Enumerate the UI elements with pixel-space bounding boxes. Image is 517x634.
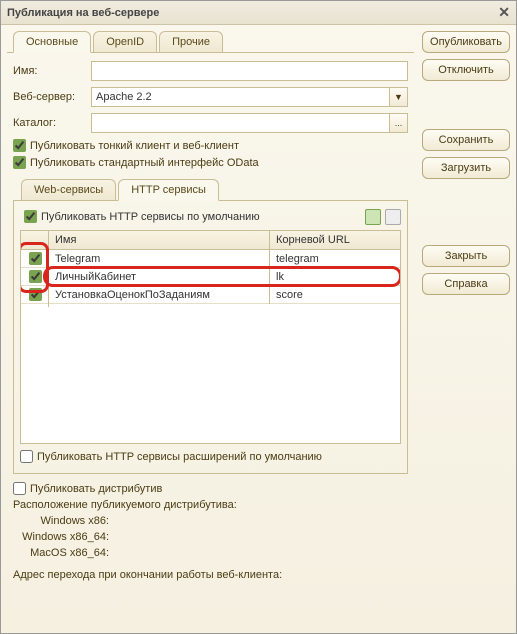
table-row[interactable]: ЛичныйКабинет lk (21, 268, 400, 286)
dialog-window: Публикация на веб-сервере ✕ Основные Ope… (0, 0, 517, 634)
name-label: Имя: (13, 65, 91, 77)
mac-label: MacOS x86_64: (13, 547, 113, 559)
load-button[interactable]: Загрузить (422, 157, 510, 179)
publish-http-default-checkbox[interactable] (24, 210, 37, 223)
browse-button[interactable]: ... (390, 113, 408, 133)
tab-main[interactable]: Основные (13, 31, 91, 53)
tab-other[interactable]: Прочие (159, 31, 223, 52)
dropdown-icon[interactable]: ▼ (390, 87, 408, 107)
publish-dist-checkbox[interactable] (13, 482, 26, 495)
top-tabs: Основные OpenID Прочие (7, 31, 414, 52)
http-services-panel: Публиковать HTTP сервисы по умолчанию Им… (13, 200, 408, 474)
odata-checkbox[interactable] (13, 156, 26, 169)
col-name-header: Имя (49, 231, 270, 249)
save-button[interactable]: Сохранить (422, 129, 510, 151)
publish-http-ext-checkbox[interactable] (20, 450, 33, 463)
redirect-label: Адрес перехода при окончании работы веб-… (13, 569, 408, 581)
publish-dist-label: Публиковать дистрибутив (30, 483, 162, 495)
row-name: Telegram (49, 250, 270, 268)
table-row[interactable]: Telegram telegram (21, 250, 400, 268)
row-name: ЛичныйКабинет (49, 268, 270, 286)
row-url: lk (270, 268, 400, 286)
sub-tabs: Web-сервисы HTTP сервисы (13, 179, 408, 200)
tab-http-services[interactable]: HTTP сервисы (118, 179, 219, 201)
catalog-label: Каталог: (13, 117, 91, 129)
thin-client-label: Публиковать тонкий клиент и веб-клиент (30, 140, 239, 152)
catalog-input[interactable] (91, 113, 390, 133)
window-title: Публикация на веб-сервере (7, 7, 159, 19)
publish-http-default-label: Публиковать HTTP сервисы по умолчанию (41, 211, 260, 223)
webserver-select[interactable]: Apache 2.2 (91, 87, 390, 107)
close-icon[interactable]: ✕ (498, 4, 510, 21)
dist-location-label: Расположение публикуемого дистрибутива: (13, 499, 408, 511)
odata-label: Публиковать стандартный интерфейс OData (30, 157, 259, 169)
winx64-label: Windows x86_64: (13, 531, 113, 543)
redirect-input[interactable] (13, 583, 408, 603)
winx86-label: Windows x86: (13, 515, 113, 527)
uncheck-all-icon[interactable] (385, 209, 401, 225)
publish-button[interactable]: Опубликовать (422, 31, 510, 53)
thin-client-checkbox[interactable] (13, 139, 26, 152)
close-button[interactable]: Закрыть (422, 245, 510, 267)
row-url: telegram (270, 250, 400, 268)
disconnect-button[interactable]: Отключить (422, 59, 510, 81)
check-all-icon[interactable] (365, 209, 381, 225)
side-buttons: Опубликовать Отключить Сохранить Загрузи… (422, 31, 510, 627)
titlebar: Публикация на веб-сервере ✕ (1, 1, 516, 25)
row-name: УстановкаОценокПоЗаданиям (49, 286, 270, 304)
col-url-header: Корневой URL (270, 231, 400, 249)
webserver-label: Веб-сервер: (13, 91, 91, 103)
tab-panel-main: Имя: Веб-сервер: Apache 2.2 ▼ Каталог: .… (7, 52, 414, 627)
row-checkbox[interactable] (29, 288, 42, 301)
publish-http-ext-label: Публиковать HTTP сервисы расширений по у… (37, 451, 322, 463)
help-button[interactable]: Справка (422, 273, 510, 295)
tab-web-services[interactable]: Web-сервисы (21, 179, 116, 200)
http-services-table: Имя Корневой URL Telegram telegram Личны… (20, 230, 401, 444)
name-input[interactable] (91, 61, 408, 81)
table-row[interactable]: УстановкаОценокПоЗаданиям score (21, 286, 400, 304)
tab-openid[interactable]: OpenID (93, 31, 157, 52)
row-checkbox[interactable] (29, 270, 42, 283)
row-url: score (270, 286, 400, 304)
